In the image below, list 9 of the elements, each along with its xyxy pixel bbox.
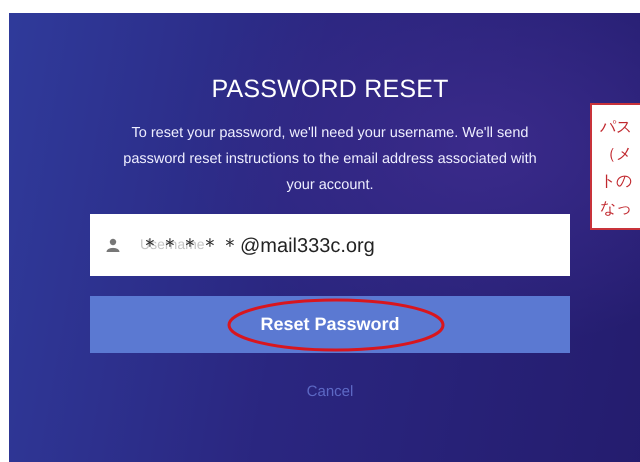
callout-text: なっ [600,197,632,219]
description-text: To reset your password, we'll need your username. We'll send password reset instructions to the email address associated with your account. [122,124,538,195]
cancel-link[interactable]: Cancel [306,383,354,400]
reset-password-button[interactable]: Reset Password [90,296,570,353]
user-icon [106,238,120,252]
page-title: PASSWORD RESET [211,75,449,104]
callout-text: （メ [600,143,632,165]
callout-text: トの [600,170,632,192]
callout-text: パス [600,116,632,138]
